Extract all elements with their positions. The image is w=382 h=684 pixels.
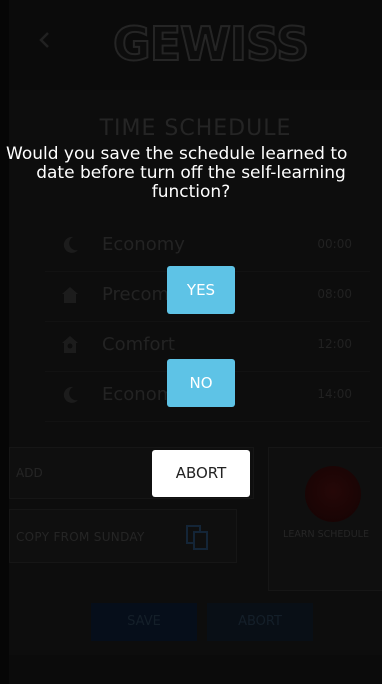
yes-button[interactable]: YES (167, 266, 235, 314)
modal-overlay (0, 0, 382, 684)
dialog-message-line-3: function? (151, 182, 231, 202)
dialog-message-line-1: Would you save the schedule learned to (6, 144, 348, 164)
abort-button[interactable]: ABORT (152, 450, 250, 497)
dialog-message-line-2: date before turn off the self-learning (36, 163, 346, 183)
no-button[interactable]: NO (167, 359, 235, 407)
